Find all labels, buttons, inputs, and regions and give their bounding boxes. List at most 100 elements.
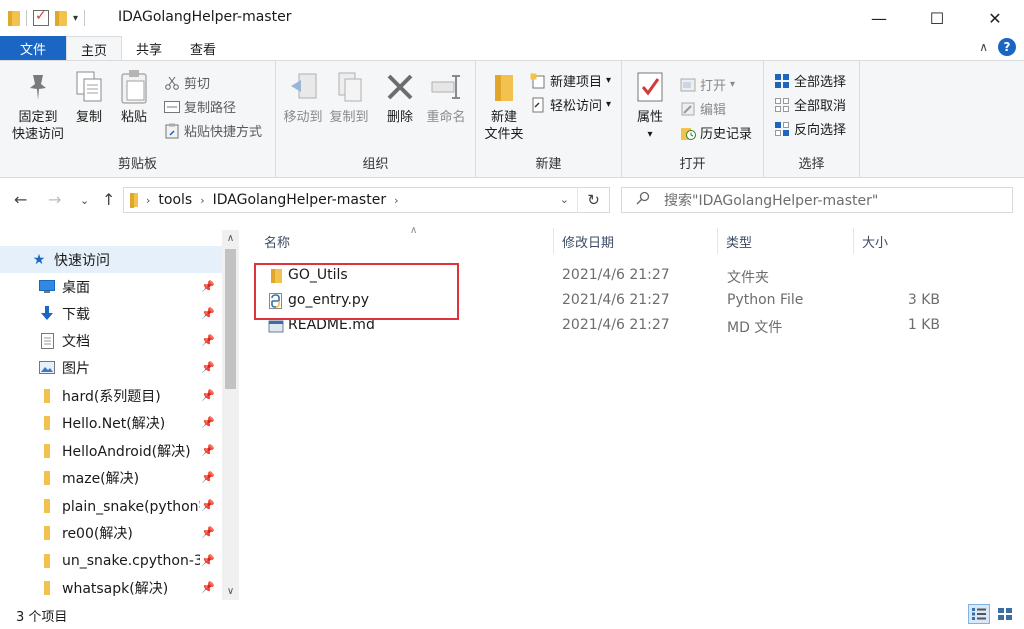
breadcrumb-chevron-icon[interactable]: ›: [200, 194, 204, 207]
column-header-size[interactable]: 大小: [854, 228, 948, 254]
sidebar-item-label: 桌面: [62, 279, 90, 296]
tab-share[interactable]: 共享: [122, 36, 176, 61]
tab-home[interactable]: 主页: [66, 36, 123, 61]
sidebar-item-documents[interactable]: 文档 📌: [0, 327, 222, 354]
paste-button[interactable]: 粘贴: [112, 69, 156, 126]
details-view-icon[interactable]: [968, 604, 990, 624]
properties-check-icon[interactable]: [33, 8, 49, 26]
cut-button[interactable]: 剪切: [164, 73, 210, 92]
column-header-type[interactable]: 类型: [718, 228, 854, 254]
pin-icon[interactable]: 📌: [200, 444, 216, 457]
column-header-date[interactable]: 修改日期: [554, 228, 718, 254]
sidebar-item-pictures[interactable]: 图片 📌: [0, 354, 222, 381]
navigation-pane: ★ 快速访问 桌面 📌 下载 📌 文档 📌 图片 📌 hard(系列题目) 📌 …: [0, 230, 240, 600]
sidebar-item-downloads[interactable]: 下载 📌: [0, 300, 222, 327]
pin-icon[interactable]: 📌: [200, 334, 216, 347]
copy-button[interactable]: 复制: [70, 69, 108, 126]
large-icons-view-icon[interactable]: [994, 604, 1016, 624]
scrollbar-thumb[interactable]: [225, 249, 236, 389]
properties-button[interactable]: 属性 ▾: [628, 69, 672, 143]
select-none-button[interactable]: 全部取消: [774, 95, 846, 114]
column-header-name[interactable]: ∧ 名称: [256, 225, 554, 254]
maximize-button[interactable]: ☐: [908, 0, 966, 36]
sidebar-item-folder[interactable]: whatsapk(解决) 📌: [0, 574, 222, 600]
table-row[interactable]: GO_Utils 2021/4/6 21:27 文件夹: [246, 264, 1024, 289]
edit-button[interactable]: 编辑: [680, 99, 726, 118]
pin-icon[interactable]: 📌: [200, 416, 216, 429]
pin-icon[interactable]: 📌: [200, 361, 216, 374]
up-arrow-icon[interactable]: ↑: [102, 190, 115, 209]
easy-access-button[interactable]: 轻松访问 ▾: [530, 95, 611, 114]
address-dropdown-chevron-down-icon[interactable]: ⌄: [560, 193, 569, 206]
move-to-button[interactable]: 移动到: [280, 69, 326, 126]
sidebar-item-quick-access[interactable]: ★ 快速访问: [0, 246, 222, 273]
group-new: 新建 文件夹 新建项目 ▾ 轻松访问 ▾ 新建: [476, 61, 622, 177]
copy-path-button[interactable]: 复制路径: [164, 97, 236, 116]
delete-button[interactable]: 删除: [380, 69, 420, 126]
nav-pane-scrollbar[interactable]: ∧ ∨: [222, 230, 239, 600]
pin-icon[interactable]: 📌: [200, 471, 216, 484]
sidebar-item-folder[interactable]: un_snake.cpython-38 📌: [0, 547, 222, 574]
forward-arrow-icon[interactable]: →: [48, 190, 61, 209]
sidebar-item-folder[interactable]: plain_snake(python字 📌: [0, 492, 222, 519]
copy-path-label: 复制路径: [184, 101, 237, 116]
rename-button[interactable]: 重命名: [422, 69, 470, 126]
properties-dropdown-icon: ▾: [647, 129, 653, 140]
collapse-ribbon-chevron-up-icon[interactable]: ∧: [979, 40, 988, 54]
folder-icon: [38, 580, 56, 596]
table-row[interactable]: go_entry.py 2021/4/6 21:27 Python File 3…: [246, 289, 1024, 314]
copy-path-icon: [164, 99, 180, 115]
select-all-button[interactable]: 全部选择: [774, 71, 846, 90]
group-label-new: 新建: [535, 157, 562, 172]
star-icon: ★: [32, 251, 46, 268]
search-icon: [636, 191, 650, 209]
copy-to-label: 复制到: [329, 110, 369, 125]
table-row[interactable]: README.md 2021/4/6 21:27 MD 文件 1 KB: [246, 314, 1024, 339]
pin-icon[interactable]: 📌: [200, 581, 216, 594]
group-organize: 移动到 复制到 删除 重命名 组织: [276, 61, 476, 177]
pin-icon[interactable]: 📌: [200, 307, 216, 320]
sidebar-item-folder[interactable]: re00(解决) 📌: [0, 519, 222, 546]
help-icon[interactable]: ?: [998, 38, 1016, 56]
back-arrow-icon[interactable]: ←: [14, 190, 27, 209]
sidebar-item-folder[interactable]: hard(系列题目) 📌: [0, 382, 222, 409]
minimize-button[interactable]: —: [850, 0, 908, 36]
copy-to-button[interactable]: 复制到: [326, 69, 372, 126]
close-button[interactable]: ✕: [966, 0, 1024, 36]
recent-locations-chevron-down-icon[interactable]: ⌄: [80, 194, 89, 207]
tab-view[interactable]: 查看: [176, 36, 230, 61]
address-bar[interactable]: › tools › IDAGolangHelper-master › ⌄ ↻: [123, 187, 610, 213]
rename-label: 重命名: [426, 110, 466, 125]
pin-icon[interactable]: 📌: [200, 280, 216, 293]
folder-icon: [38, 553, 56, 569]
open-button[interactable]: 打开 ▾: [680, 75, 735, 94]
paste-shortcut-button[interactable]: 粘贴快捷方式: [164, 121, 262, 140]
refresh-icon[interactable]: ↻: [577, 188, 609, 212]
new-folder-button[interactable]: 新建 文件夹: [482, 69, 526, 143]
pin-icon[interactable]: 📌: [200, 499, 216, 512]
pin-icon[interactable]: 📌: [200, 389, 216, 402]
select-none-icon: [774, 97, 790, 113]
history-button[interactable]: 历史记录: [680, 123, 752, 142]
breadcrumb-chevron-icon[interactable]: ›: [394, 194, 398, 207]
new-item-button[interactable]: 新建项目 ▾: [530, 71, 611, 90]
breadcrumb-current[interactable]: IDAGolangHelper-master: [213, 192, 386, 208]
breadcrumb-tools[interactable]: tools: [158, 192, 192, 208]
pin-icon[interactable]: 📌: [200, 554, 216, 567]
scroll-down-chevron-icon[interactable]: ∨: [222, 583, 239, 600]
sidebar-item-folder[interactable]: Hello.Net(解决) 📌: [0, 409, 222, 436]
pin-icon[interactable]: 📌: [200, 526, 216, 539]
search-box[interactable]: 搜索"IDAGolangHelper-master": [621, 187, 1013, 213]
customize-toolbar-dropdown-icon[interactable]: ▾: [73, 13, 78, 24]
pin-to-quick-access-button[interactable]: 固定到 快速访问: [8, 69, 68, 143]
sidebar-item-folder[interactable]: maze(解决) 📌: [0, 464, 222, 491]
invert-selection-button[interactable]: 反向选择: [774, 119, 846, 138]
new-folder-icon[interactable]: [55, 10, 67, 26]
breadcrumb-chevron-icon[interactable]: ›: [146, 194, 150, 207]
sidebar-item-desktop[interactable]: 桌面 📌: [0, 273, 222, 300]
new-item-icon: [530, 73, 546, 89]
folder-icon: [38, 388, 56, 404]
sidebar-item-folder[interactable]: HelloAndroid(解决) 📌: [0, 437, 222, 464]
scroll-up-chevron-icon[interactable]: ∧: [222, 230, 239, 247]
tab-file[interactable]: 文件: [0, 36, 66, 61]
